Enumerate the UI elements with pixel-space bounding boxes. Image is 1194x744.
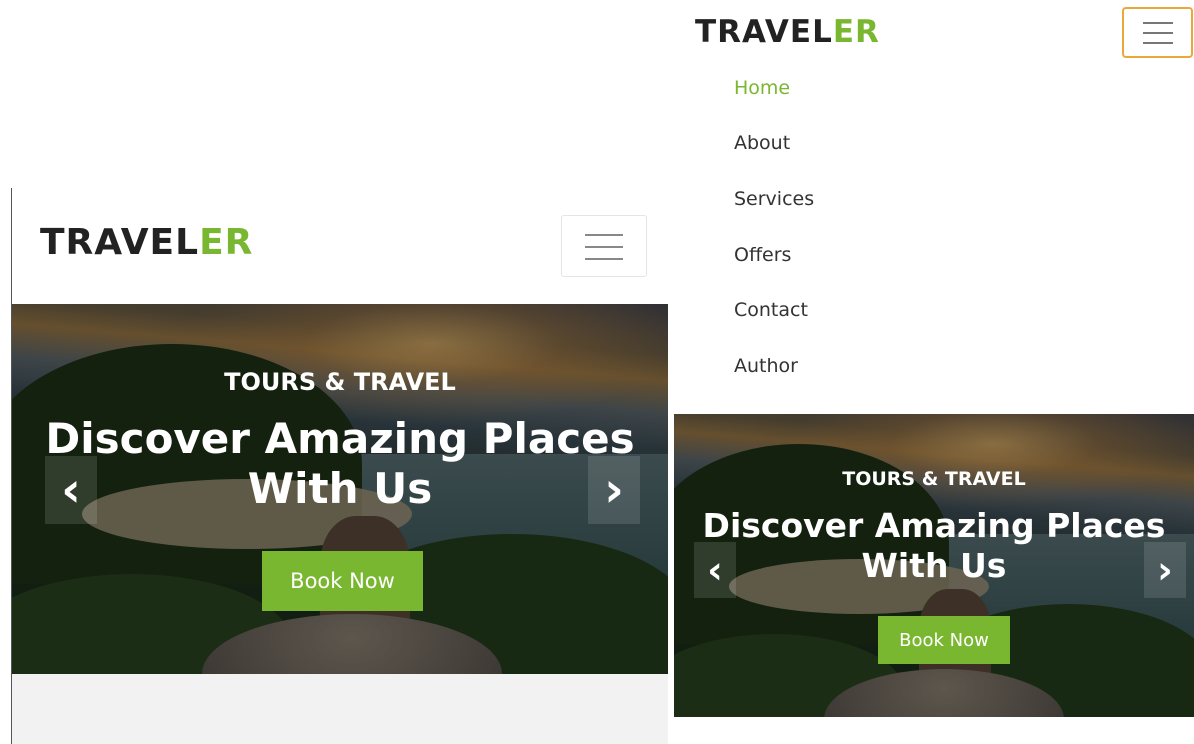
nav-item-contact[interactable]: Contact xyxy=(734,282,814,338)
brand-main-text: TRAVEL xyxy=(695,14,833,50)
chevron-left-icon: ‹ xyxy=(707,548,723,592)
carousel-next-button[interactable]: › xyxy=(588,456,640,524)
nav-item-author[interactable]: Author xyxy=(734,338,814,394)
nav-item-offers[interactable]: Offers xyxy=(734,227,814,283)
navbar-toggler-button-focused[interactable] xyxy=(1122,7,1193,58)
hero-subtitle: TOURS & TRAVEL xyxy=(224,368,456,396)
hero-subtitle: TOURS & TRAVEL xyxy=(842,468,1026,490)
chevron-right-icon: › xyxy=(604,462,624,518)
hero-title: Discover Amazing Places With Us xyxy=(12,414,668,515)
nav-item-services[interactable]: Services xyxy=(734,171,814,227)
nav-item-home[interactable]: Home xyxy=(734,60,814,116)
brand-accent-text: ER xyxy=(199,222,254,263)
chevron-right-icon: › xyxy=(1157,548,1173,592)
book-now-button[interactable]: Book Now xyxy=(262,551,423,611)
nav-item-about[interactable]: About xyxy=(734,116,814,172)
brand-logo[interactable]: TRAVELER xyxy=(40,222,253,263)
hero-title-line2: With Us xyxy=(861,545,1007,585)
hero-title-line2: With Us xyxy=(247,464,433,514)
brand-accent-text: ER xyxy=(832,14,880,50)
brand-main-text: TRAVEL xyxy=(40,222,200,263)
hero-title-line1: Discover Amazing Places xyxy=(702,506,1166,545)
carousel-next-button[interactable]: › xyxy=(1144,542,1186,598)
carousel-prev-button[interactable]: ‹ xyxy=(694,542,736,598)
hero-carousel-expanded: TOURS & TRAVEL Discover Amazing Places W… xyxy=(674,414,1194,717)
hero-title: Discover Amazing Places With Us xyxy=(674,506,1194,585)
mobile-view-collapsed: TRAVELER TOURS & TRAVEL Discover Amazing… xyxy=(12,188,668,744)
nav-menu: Home About Services Offers Contact Autho… xyxy=(734,60,814,394)
hero-carousel: TOURS & TRAVEL Discover Amazing Places W… xyxy=(12,304,668,674)
carousel-prev-button[interactable]: ‹ xyxy=(45,456,97,524)
brand-logo-expanded[interactable]: TRAVELER xyxy=(695,14,880,50)
hero-title-line1: Discover Amazing Places xyxy=(45,414,635,463)
next-section-strip xyxy=(12,674,668,744)
book-now-button[interactable]: Book Now xyxy=(878,616,1010,664)
next-section-strip xyxy=(674,717,1194,744)
navbar-toggler-button[interactable] xyxy=(561,215,647,277)
chevron-left-icon: ‹ xyxy=(61,462,81,518)
